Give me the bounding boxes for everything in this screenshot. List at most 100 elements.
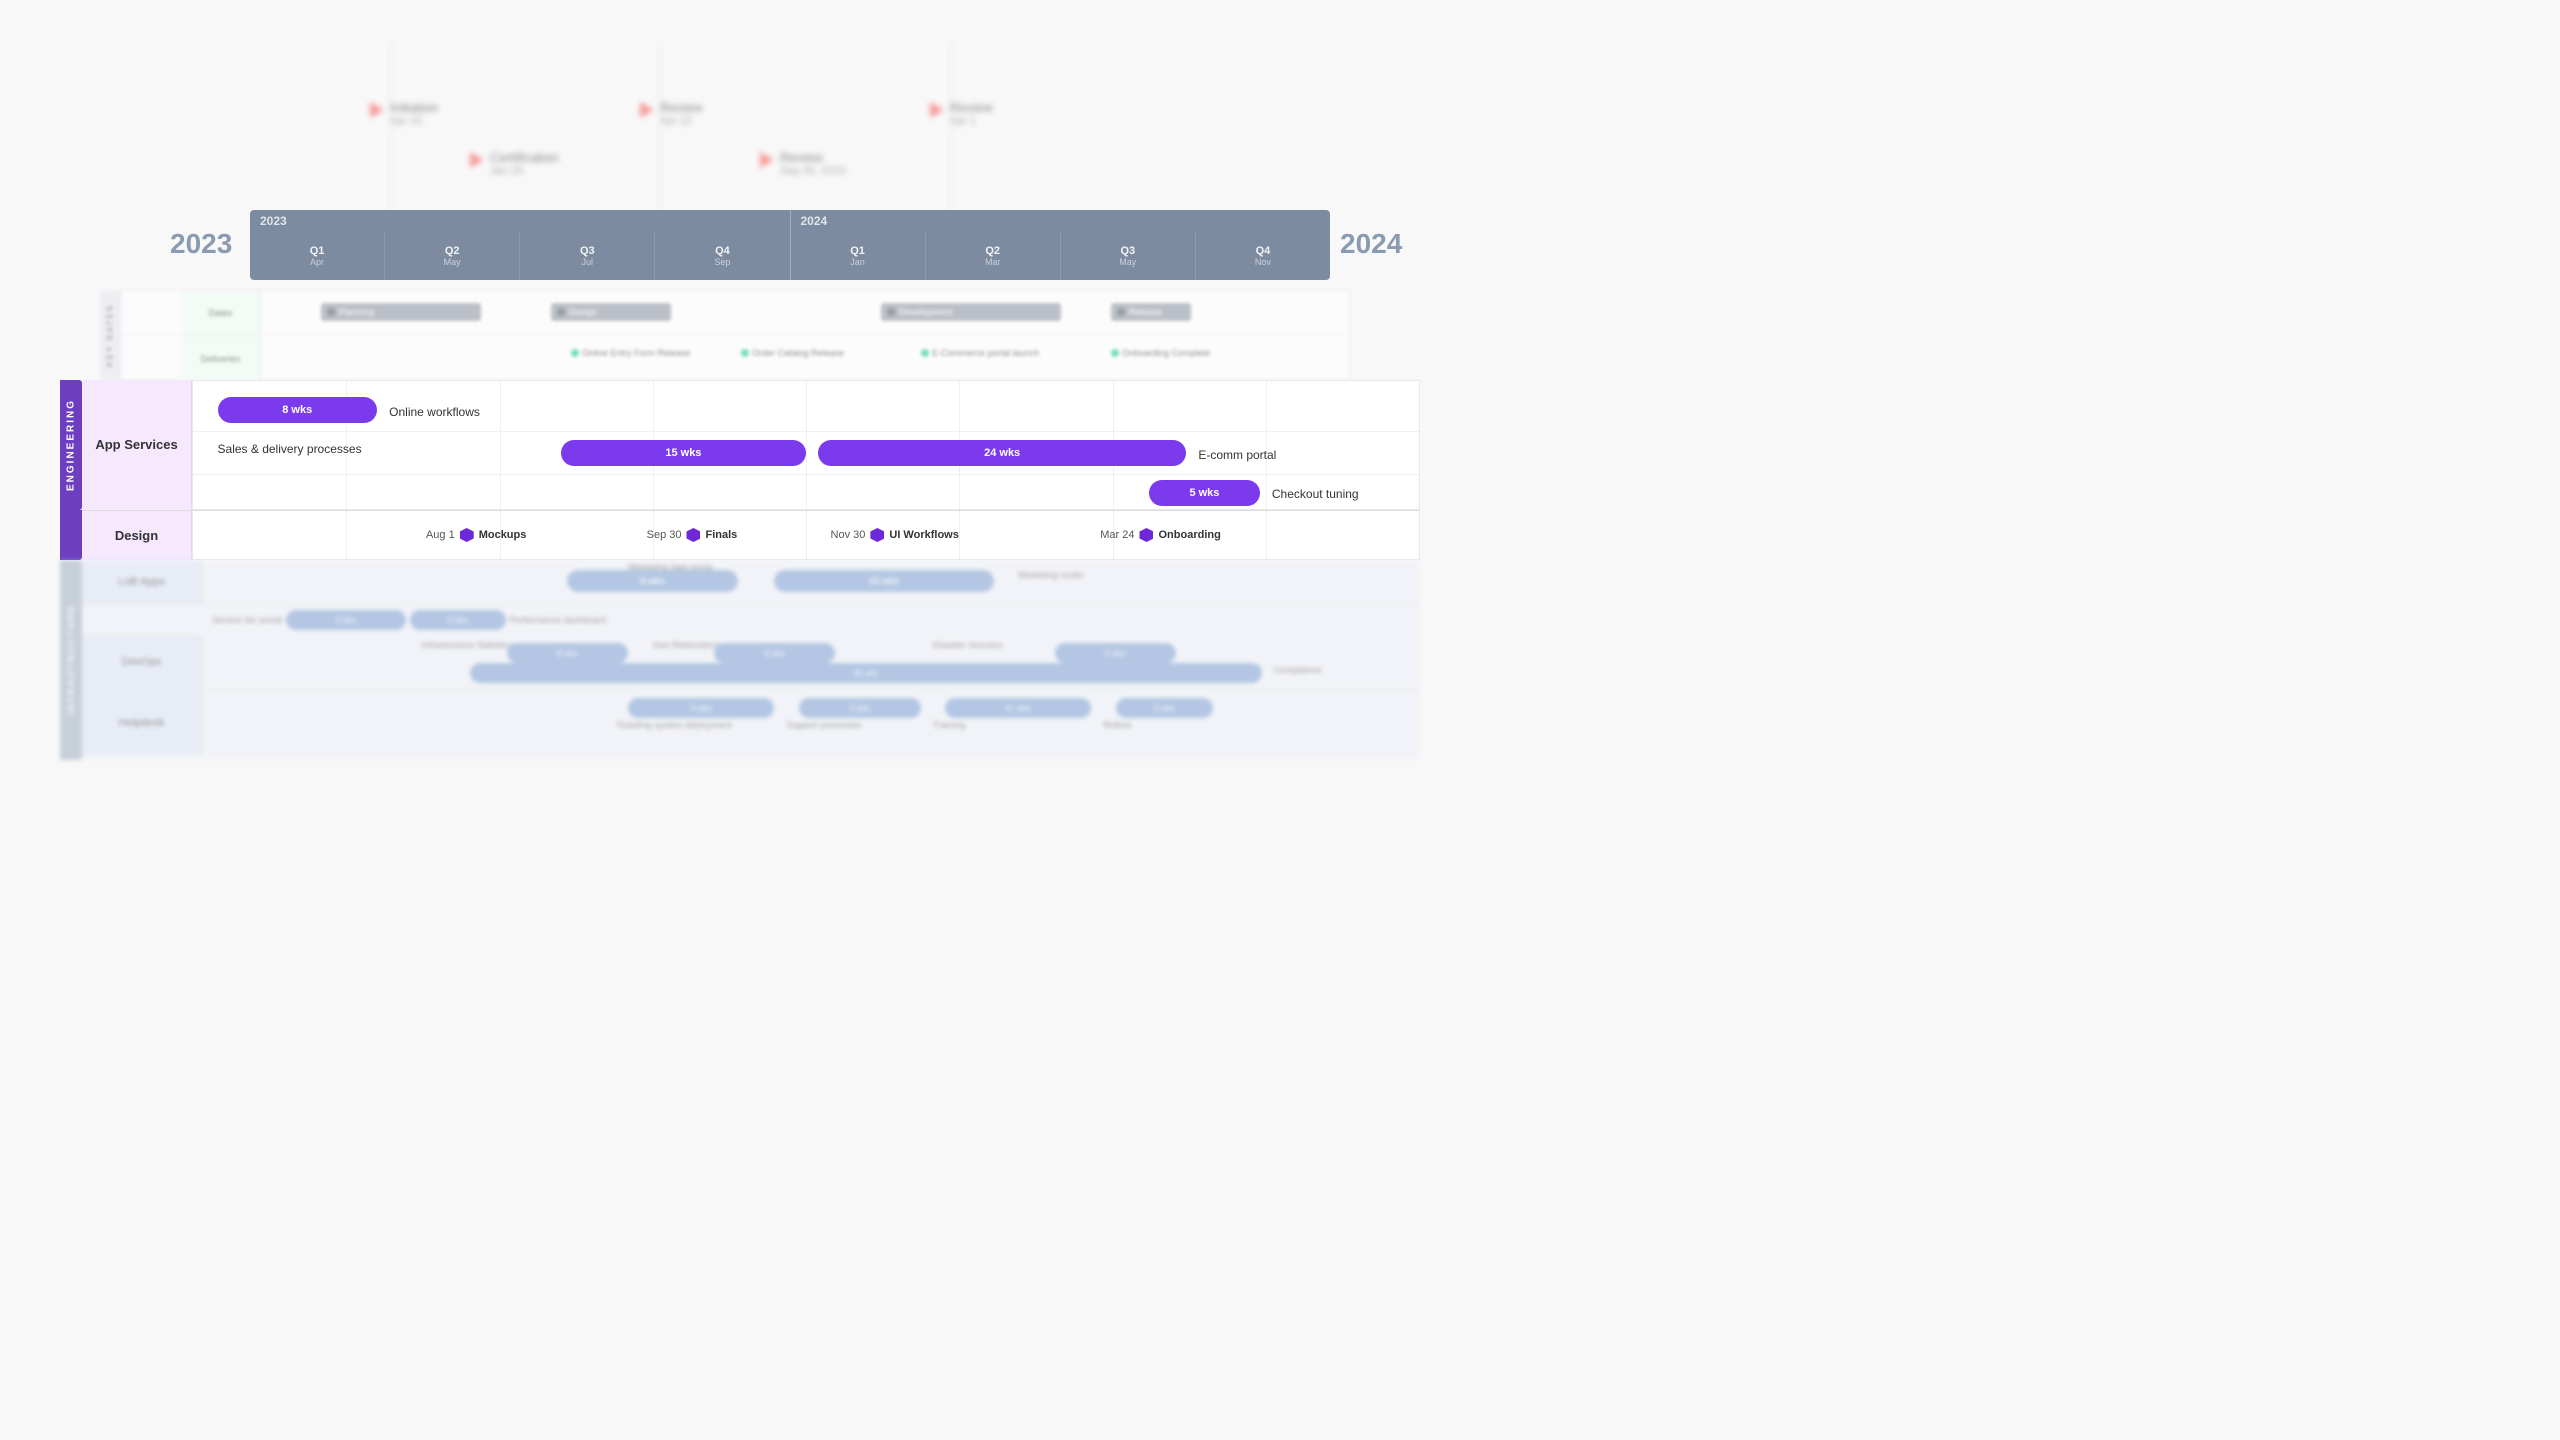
q4-2024: Q4 Nov xyxy=(1196,232,1330,280)
milestone-date-review-1: Apr 22 xyxy=(660,115,703,127)
q2-2023: Q2 May xyxy=(385,232,520,280)
helpdesk-bar-2: 6 wks xyxy=(799,698,921,718)
gantt-wrapper: 2023 2024 Initiation Apr 22 Certificatio… xyxy=(0,0,2560,1440)
delivery-label-1: Online Entry Form Release xyxy=(582,348,691,358)
lob-apps-label: LoB Apps xyxy=(82,560,202,604)
lob-apps-row: LoB Apps 8 wks 12 wks Marketing data pum… xyxy=(82,560,1420,605)
bar-5wks-label: 5 wks xyxy=(1189,487,1219,499)
service-tier-bar-1: 3 wks xyxy=(286,610,406,630)
q4-2023-month: Sep xyxy=(714,257,730,267)
quarters-2023: Q1 Apr Q2 May Q3 Jul Q4 Sep xyxy=(250,232,790,280)
helpdesk-bar-4: 6 wks xyxy=(1116,698,1213,718)
milestone-onboarding: Mar 24 Onboarding xyxy=(1100,528,1221,542)
design-label-bar-spacer xyxy=(60,510,82,560)
mockups-hexagon xyxy=(460,528,474,542)
support-processes-label: Support processes xyxy=(787,720,862,730)
design-grid-4 xyxy=(806,511,807,559)
q3-2023-label: Q3 xyxy=(580,245,595,257)
delivery-dot-3 xyxy=(921,349,929,357)
q4-2023: Q4 Sep xyxy=(655,232,789,280)
bar-24wks[interactable]: 24 wks xyxy=(818,440,1186,466)
helpdesk-label: Helpdesk xyxy=(82,690,202,755)
milestone-review-1: Review Apr 22 xyxy=(640,100,703,127)
milestone-finals: Sep 30 Finals xyxy=(647,528,738,542)
q2-2024: Q2 Mar xyxy=(926,232,1061,280)
milestone-arrow-review-3 xyxy=(930,102,944,118)
infra-statistics-label: Infrastructure Statistics xyxy=(421,640,513,650)
app-services-gantt: 8 wks Online workflows Sales & delivery … xyxy=(192,380,1420,510)
planning-label: Planning xyxy=(339,307,374,317)
bar-15wks[interactable]: 15 wks xyxy=(561,440,806,466)
milestone-arrow-review-1 xyxy=(640,102,654,118)
milestone-label-certification: Certification xyxy=(490,150,559,165)
q3-2024-month: May xyxy=(1119,257,1136,267)
lob-bar-2: 12 wks xyxy=(774,570,993,592)
milestone-initiation: Initiation Apr 22 xyxy=(370,100,438,127)
delivery-dot-2 xyxy=(741,349,749,357)
q3-2023: Q3 Jul xyxy=(520,232,655,280)
key-dates-deliveries-row: Deliveries Online Entry Form Release Ord… xyxy=(121,336,1349,381)
milestone-onboarding-date: Mar 24 xyxy=(1100,529,1134,541)
lob-label-2: Marketing router xyxy=(1018,570,1084,580)
milestone-ui-date: Nov 30 xyxy=(831,529,866,541)
delivery-label-2: Order Catalog Release xyxy=(752,348,844,358)
lob-bar-1: 8 wks xyxy=(567,570,738,592)
milestone-arrow-initiation xyxy=(370,102,384,118)
devops-bar-3: 6 wks xyxy=(1055,643,1177,663)
sales-delivery-label: Sales & delivery processes xyxy=(218,442,362,456)
milestone-date-initiation: Apr 22 xyxy=(390,115,438,127)
timeline-year-2023: 2023 Q1 Apr Q2 May Q3 Jul Q4 Sep xyxy=(250,210,791,280)
milestone-ui-label: UI Workflows xyxy=(889,529,958,541)
milestone-certification: Certification Jan 29 xyxy=(470,150,559,177)
bar-5wks[interactable]: 5 wks xyxy=(1149,480,1259,506)
milestone-mockups-label: Mockups xyxy=(479,529,527,541)
q2-2023-month: May xyxy=(444,257,461,267)
lob-label-1: Marketing data pump xyxy=(628,562,713,572)
release-bar: Release xyxy=(1111,303,1191,321)
q2-2024-label: Q2 xyxy=(985,245,1000,257)
key-dates-content: Dates Planning Design Development xyxy=(120,290,1350,380)
q3-2024-label: Q3 xyxy=(1120,245,1135,257)
milestone-label-initiation: Initiation xyxy=(390,100,438,115)
design-phase-label: Design xyxy=(569,307,597,317)
key-dates-dates-row: Dates Planning Design Development xyxy=(121,291,1349,336)
app-services-row-1: 8 wks Online workflows xyxy=(193,389,1419,432)
app-services-label-col: App Services xyxy=(82,380,192,510)
release-label: Release xyxy=(1129,307,1162,317)
design-phase-icon xyxy=(557,308,565,316)
milestone-arrow-certification xyxy=(470,152,484,168)
milestone-mockups-date: Aug 1 xyxy=(426,529,455,541)
key-dates-label: KEY DATES xyxy=(100,290,120,380)
development-icon xyxy=(887,308,895,316)
milestone-label-review-3: Review xyxy=(950,100,993,115)
delivery-2: Order Catalog Release xyxy=(741,348,844,358)
design-label-col: Design xyxy=(82,510,192,560)
deliveries-label-col: Deliveries xyxy=(181,336,261,381)
helpdesk-bar-1: 6 wks xyxy=(628,698,774,718)
delivery-dot-4 xyxy=(1111,349,1119,357)
timeline-year-2024: 2024 Q1 Jan Q2 Mar Q3 May Q4 Nov xyxy=(791,210,1331,280)
delivery-4: Onboarding Complete xyxy=(1111,348,1210,358)
service-tier-bar-2: 6 wks xyxy=(410,610,506,630)
planning-bar: Planning xyxy=(321,303,481,321)
compliance-label: Compliance xyxy=(1274,665,1322,675)
helpdesk-bar-3: 6+ wks xyxy=(945,698,1091,718)
design-label: Design xyxy=(115,528,158,543)
milestone-label-review-2: Review xyxy=(780,150,845,165)
bar-8wks-label: 8 wks xyxy=(282,404,312,416)
bar-24wks-label: 24 wks xyxy=(984,447,1020,459)
checkout-tuning-label: Checkout tuning xyxy=(1272,487,1359,501)
milestone-finals-label: Finals xyxy=(705,529,737,541)
planning-icon xyxy=(327,308,335,316)
milestone-review-3: Review Apr 1 xyxy=(930,100,993,127)
bar-8wks[interactable]: 8 wks xyxy=(218,397,377,423)
devops-row: DevOps Infrastructure Statistics 8 wks G… xyxy=(82,635,1420,690)
release-icon xyxy=(1117,308,1125,316)
q1-2024-month: Jan xyxy=(850,257,865,267)
q3-2024: Q3 May xyxy=(1061,232,1196,280)
devops-bar-2: 6 wks xyxy=(714,643,836,663)
infrastructure-content: LoB Apps 8 wks 12 wks Marketing data pum… xyxy=(82,560,1420,760)
q3-2023-month: Jul xyxy=(582,257,594,267)
ticketing-deployment-label: Ticketing system deployment xyxy=(616,720,732,730)
q1-2023-label: Q1 xyxy=(310,245,325,257)
